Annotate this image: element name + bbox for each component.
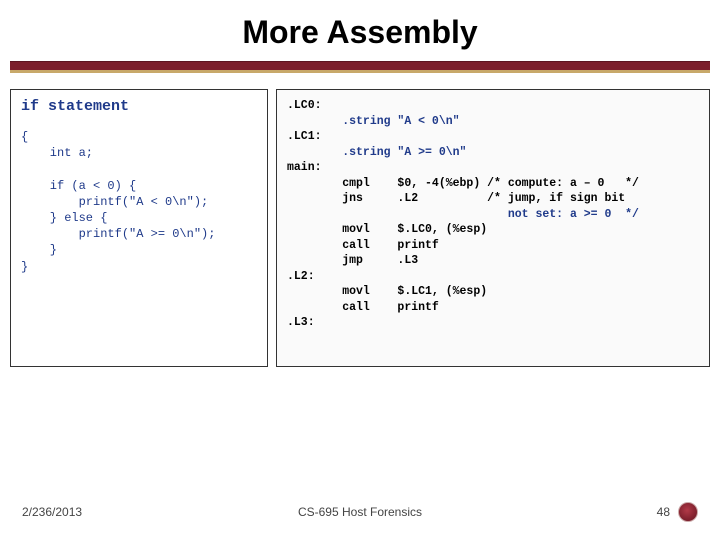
asm-call-printf-2: call printf: [287, 300, 699, 316]
slide: More Assembly if statement { int a; if (…: [0, 0, 720, 540]
asm-label-lc0: .LC0:: [287, 98, 699, 114]
asm-label-main: main:: [287, 160, 699, 176]
c-code-block: { int a; if (a < 0) { printf("A < 0\n");…: [21, 129, 257, 275]
asm-jmp-l3: jmp .L3: [287, 253, 699, 269]
asm-label-l2: .L2:: [287, 269, 699, 285]
title-rule: [10, 61, 710, 73]
asm-jns: jns .L2 /* jump, if sign bit: [287, 191, 699, 207]
footer-course: CS-695 Host Forensics: [142, 505, 578, 519]
assembly-panel: .LC0: .string "A < 0\n" .LC1: .string "A…: [276, 89, 710, 367]
asm-string-lc1: .string "A >= 0\n": [287, 145, 699, 161]
slide-title: More Assembly: [0, 0, 720, 61]
asm-label-lc1: .LC1:: [287, 129, 699, 145]
c-code-panel: if statement { int a; if (a < 0) { print…: [10, 89, 268, 367]
footer-date: 2/236/2013: [22, 505, 142, 519]
asm-label-l3: .L3:: [287, 315, 699, 331]
seal-icon: [678, 502, 698, 522]
asm-cmpl: cmpl $0, -4(%ebp) /* compute: a – 0 */: [287, 176, 699, 192]
page-number: 48: [657, 505, 670, 519]
asm-movl-lc1: movl $.LC1, (%esp): [287, 284, 699, 300]
footer-right: 48: [578, 502, 698, 522]
asm-string-lc0: .string "A < 0\n": [287, 114, 699, 130]
content-row: if statement { int a; if (a < 0) { print…: [0, 89, 720, 367]
c-code-heading: if statement: [21, 98, 257, 115]
footer: 2/236/2013 CS-695 Host Forensics 48: [0, 502, 720, 522]
asm-movl-lc0: movl $.LC0, (%esp): [287, 222, 699, 238]
asm-call-printf-1: call printf: [287, 238, 699, 254]
asm-jns-comment2: not set: a >= 0 */: [287, 207, 699, 223]
